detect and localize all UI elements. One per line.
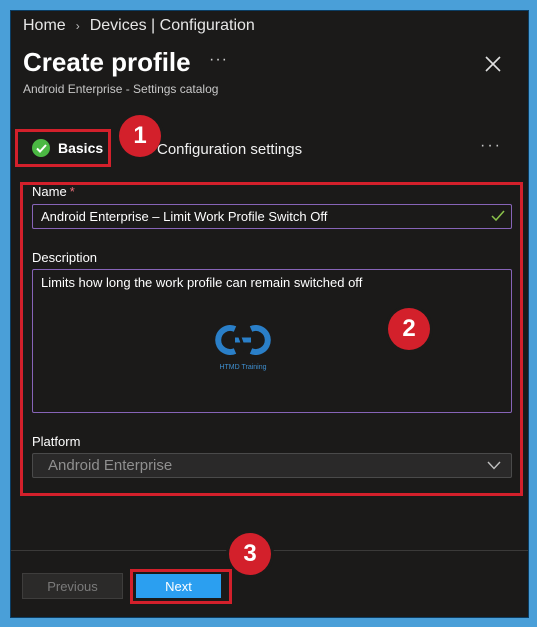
check-circle-icon [32, 139, 50, 157]
chevron-down-icon [487, 461, 501, 470]
watermark-text: HTMD Training [219, 364, 267, 371]
tabs-more-icon[interactable]: ··· [480, 137, 502, 155]
valid-check-icon [491, 210, 505, 222]
platform-value: Android Enterprise [48, 457, 173, 474]
breadcrumb: Home › Devices | Configuration [23, 17, 255, 35]
platform-label: Platform [32, 434, 81, 449]
tab-basics-label: Basics [58, 140, 104, 156]
previous-button[interactable]: Previous [22, 573, 123, 599]
description-label: Description [32, 250, 98, 265]
name-label-text: Name [32, 184, 67, 199]
more-options-icon[interactable]: ··· [209, 51, 228, 69]
platform-select[interactable]: Android Enterprise [32, 453, 512, 478]
breadcrumb-current[interactable]: Devices | Configuration [90, 17, 255, 35]
name-label: Name * [32, 184, 75, 199]
breadcrumb-home[interactable]: Home [23, 17, 66, 35]
close-icon[interactable] [484, 55, 502, 73]
tab-configuration-settings[interactable]: Configuration settings [157, 141, 302, 158]
step-badge-3: 3 [229, 533, 271, 575]
page-title: Create profile [23, 47, 191, 77]
step-badge-2: 2 [388, 308, 430, 350]
next-button[interactable]: Next [136, 574, 221, 598]
page-subtitle: Android Enterprise - Settings catalog [23, 82, 219, 96]
required-asterisk: * [69, 184, 75, 199]
name-input[interactable] [32, 204, 512, 229]
step-badge-1: 1 [119, 115, 161, 157]
tab-basics[interactable]: Basics [15, 129, 111, 167]
htmd-logo-icon [215, 325, 271, 355]
htmd-watermark: HTMD Training [211, 323, 275, 375]
chevron-right-icon: › [75, 19, 80, 33]
create-profile-panel: Home › Devices | Configuration Create pr… [10, 10, 529, 618]
